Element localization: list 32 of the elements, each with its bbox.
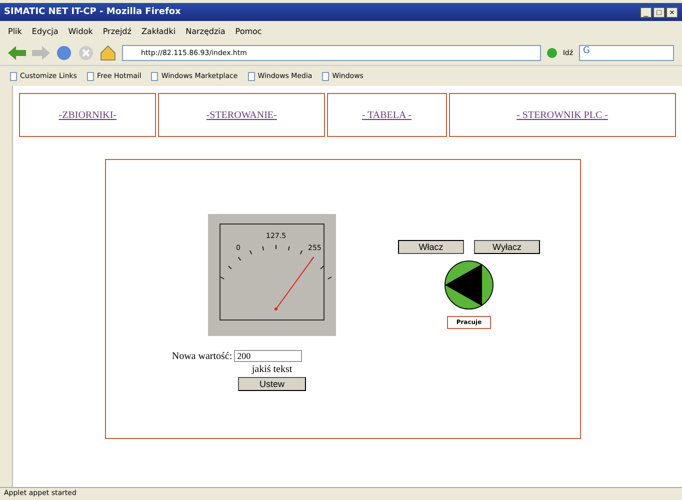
nav-link[interactable]: - TABELA -: [326, 93, 447, 137]
stop-icon[interactable]: [78, 45, 94, 61]
nav-link[interactable]: -ZBIORNIKI-: [19, 93, 156, 137]
home-icon[interactable]: [100, 45, 116, 61]
menu-item[interactable]: Zakładki: [141, 26, 176, 36]
nav-link[interactable]: - STEROWNIK PLC -: [448, 93, 676, 137]
nav-link[interactable]: -STEROWANIE-: [158, 93, 325, 137]
page-icon: [86, 72, 94, 80]
value-input[interactable]: 200: [234, 350, 302, 362]
search-field[interactable]: G: [579, 45, 674, 61]
page-icon: [322, 72, 330, 80]
pump-button[interactable]: Wyłacz: [474, 240, 540, 254]
window-control-button[interactable]: □: [653, 6, 665, 18]
back-icon[interactable]: [8, 46, 26, 60]
window-title: SIMATIC NET IT-CP - Mozilla Firefox: [4, 7, 181, 17]
page-icon: [10, 72, 17, 80]
window-control-button[interactable]: _: [640, 6, 652, 18]
menu-item[interactable]: Narzędzia: [186, 26, 226, 36]
forward-icon[interactable]: [32, 46, 50, 60]
go-icon[interactable]: [546, 48, 557, 58]
field-label: Nowa wartość:: [172, 350, 232, 362]
menu-item[interactable]: Plik: [8, 26, 22, 36]
menu-item[interactable]: Przejdź: [102, 26, 132, 36]
set-button[interactable]: Ustew: [238, 377, 306, 391]
page-icon: [151, 72, 158, 80]
menu-item[interactable]: Pomoc: [235, 26, 262, 36]
window-control-button[interactable]: ×: [666, 6, 678, 18]
menu-item[interactable]: Edycja: [32, 26, 58, 36]
note-text: jakiś tekst: [252, 364, 292, 375]
pump-button[interactable]: Włacz: [398, 240, 464, 254]
page-icon: [248, 72, 255, 80]
menu-item[interactable]: Widok: [68, 26, 93, 36]
